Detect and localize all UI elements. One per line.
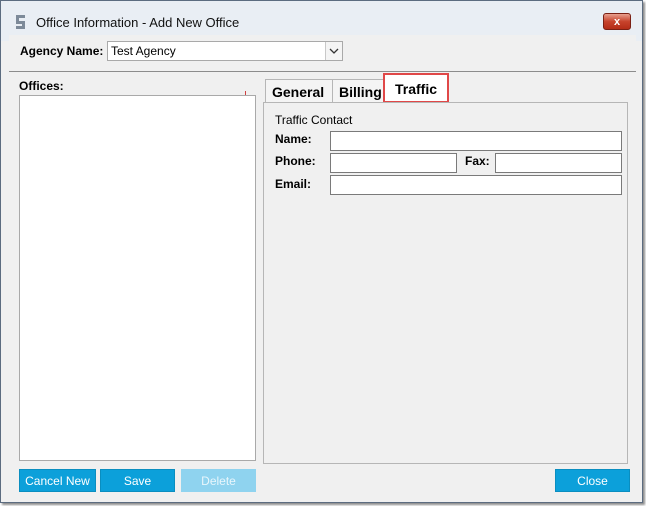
window-close-button[interactable]: x — [603, 13, 631, 30]
traffic-tab-panel: Traffic Contact Name: Phone: Fax: Email: — [263, 102, 628, 464]
delete-button[interactable]: Delete — [181, 469, 256, 492]
window-title: Office Information - Add New Office — [36, 15, 240, 30]
save-button[interactable]: Save — [100, 469, 175, 492]
header-divider — [9, 71, 636, 72]
close-icon: x — [613, 15, 621, 28]
cancel-new-button[interactable]: Cancel New — [19, 469, 96, 492]
traffic-phone-field[interactable] — [330, 153, 457, 173]
save-label: Save — [123, 473, 152, 488]
phone-label: Phone: — [275, 154, 316, 168]
cancel-new-label: Cancel New — [25, 473, 90, 488]
email-label: Email: — [275, 177, 312, 191]
close-button[interactable]: Close — [555, 469, 630, 492]
traffic-fax-field[interactable] — [495, 153, 622, 173]
tab-traffic[interactable]: Traffic — [383, 73, 449, 103]
agency-name-dropdown[interactable]: Test Agency — [107, 41, 343, 61]
offices-list[interactable] — [19, 95, 256, 461]
dialog-body: Agency Name: Test Agency Offices: Genera… — [9, 35, 636, 497]
fax-label: Fax: — [465, 154, 490, 168]
tab-traffic-label: Traffic — [395, 81, 438, 97]
name-label: Name: — [275, 132, 312, 146]
office-information-window: Office Information - Add New Office x Ag… — [0, 0, 643, 503]
traffic-contact-title: Traffic Contact — [275, 113, 353, 127]
tab-billing-label: Billing — [339, 84, 382, 100]
delete-label: Delete — [201, 473, 236, 488]
traffic-email-field[interactable] — [330, 175, 622, 195]
traffic-name-field[interactable] — [330, 131, 622, 151]
app-icon — [16, 15, 25, 29]
chevron-down-icon — [329, 48, 339, 54]
agency-name-label: Agency Name: — [20, 44, 104, 58]
tab-general-label: General — [272, 84, 325, 100]
dropdown-arrow-button[interactable] — [325, 42, 342, 60]
tab-billing[interactable]: Billing — [332, 79, 386, 103]
agency-name-value: Test Agency — [111, 44, 176, 58]
tab-general[interactable]: General — [265, 79, 333, 103]
offices-label: Offices: — [19, 79, 64, 93]
close-label: Close — [577, 473, 608, 488]
